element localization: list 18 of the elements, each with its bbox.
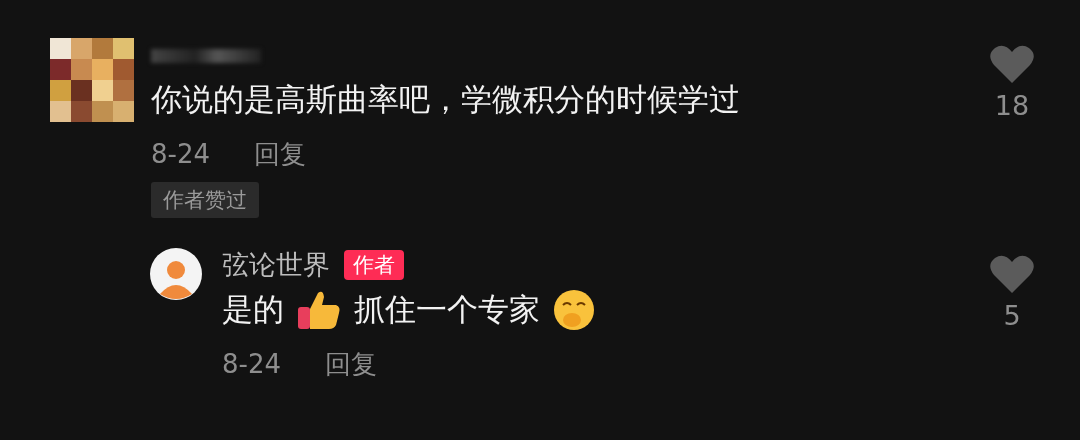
heart-icon[interactable] bbox=[989, 44, 1035, 84]
comment-text: 是的 bbox=[222, 290, 284, 329]
avatar-icon[interactable] bbox=[50, 38, 134, 122]
comment-text: 你说的是高斯曲率吧，学微积分的时候学过 bbox=[151, 80, 740, 119]
author-tag: 作者 bbox=[344, 250, 404, 280]
reply-button[interactable]: 回复 bbox=[325, 346, 377, 382]
like-count: 5 bbox=[1003, 300, 1021, 331]
liked-by-author-badge: 作者赞过 bbox=[151, 182, 259, 218]
thumbs-up-icon bbox=[296, 289, 342, 331]
comment-text: 抓住一个专家 bbox=[354, 290, 540, 329]
reply-button[interactable]: 回复 bbox=[254, 136, 306, 172]
avatar-icon[interactable] bbox=[150, 248, 202, 300]
username[interactable]: 弦论世界 bbox=[222, 247, 330, 283]
smiling-face-icon bbox=[552, 288, 596, 332]
comment-date: 8-24 bbox=[222, 349, 281, 379]
heart-icon[interactable] bbox=[989, 254, 1035, 294]
comment-date: 8-24 bbox=[151, 139, 210, 169]
like-count: 18 bbox=[994, 90, 1030, 121]
